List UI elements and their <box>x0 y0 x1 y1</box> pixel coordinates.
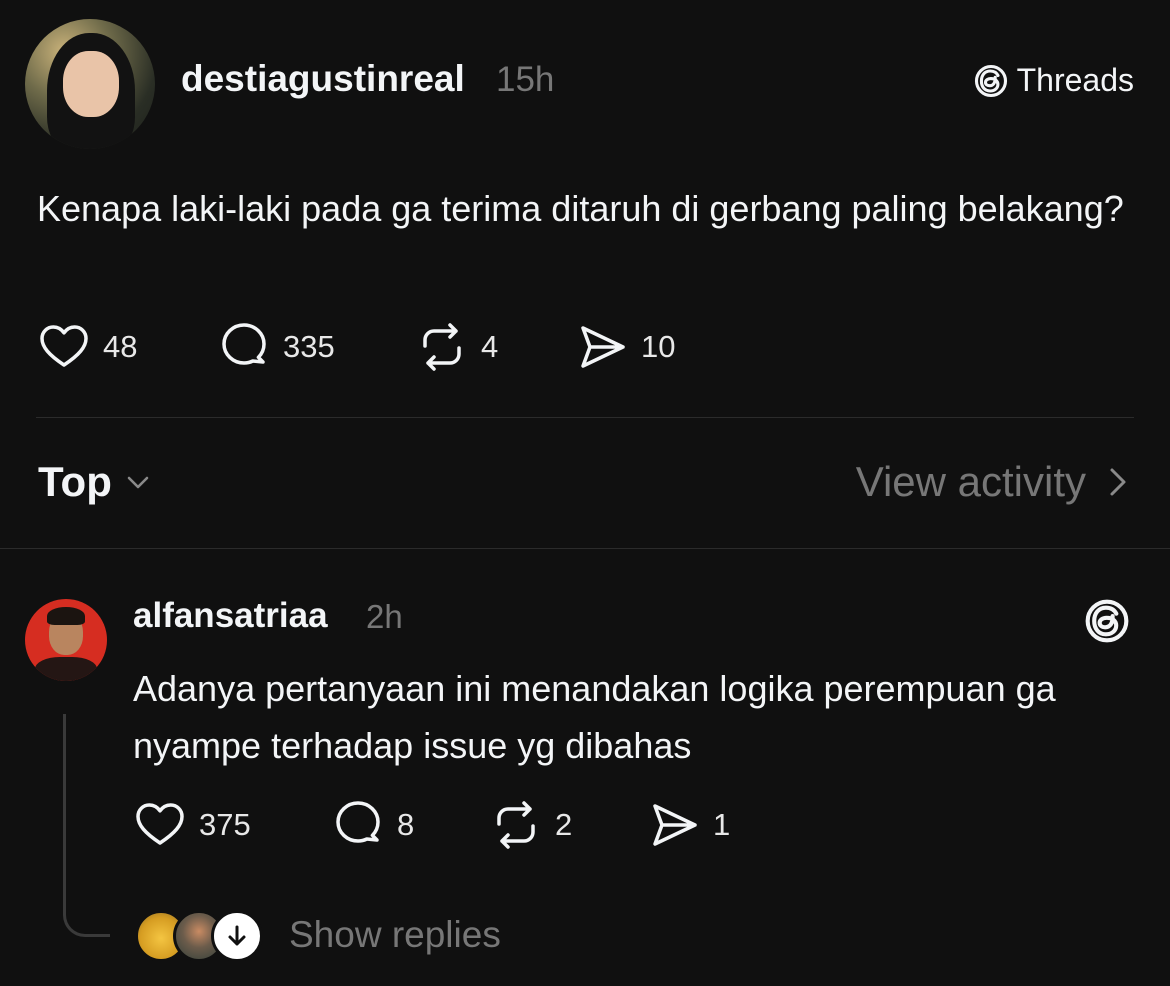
reply-repost-button[interactable]: 2 <box>489 798 647 852</box>
comment-icon <box>222 323 266 365</box>
reply-like-count: 375 <box>199 807 251 842</box>
threads-brand-label: Threads <box>1016 62 1134 98</box>
comment-icon <box>336 801 380 843</box>
chevron-right-icon <box>1110 468 1126 496</box>
heart-icon <box>40 325 88 367</box>
post-author-username[interactable]: destiagustinreal <box>181 58 465 100</box>
post-like-count: 48 <box>103 329 138 364</box>
reply-share-count: 1 <box>713 807 731 842</box>
post-repost-count: 4 <box>481 329 499 364</box>
threads-icon <box>974 64 1007 97</box>
reply-timestamp: 2h <box>366 598 403 635</box>
sort-dropdown[interactable]: Top <box>38 458 152 506</box>
reply-author-username[interactable]: alfansatriaa <box>133 596 328 636</box>
reply-threads-badge[interactable] <box>1083 597 1131 650</box>
send-icon <box>581 326 625 368</box>
post-reply-button[interactable]: 335 <box>217 320 415 374</box>
post-author-avatar[interactable] <box>25 19 155 149</box>
post-share-count: 10 <box>641 329 676 364</box>
reply-repost-count: 2 <box>555 807 573 842</box>
post-share-button[interactable]: 10 <box>575 320 705 374</box>
view-activity-label: View activity <box>855 458 1086 505</box>
replier-avatars[interactable] <box>135 910 263 962</box>
heart-icon <box>136 803 184 845</box>
post-like-button[interactable]: 48 <box>37 320 217 374</box>
arrow-down-icon <box>228 925 246 946</box>
reply-like-button[interactable]: 375 <box>133 798 331 852</box>
chevron-down-icon <box>127 476 149 489</box>
reply-reply-count: 8 <box>397 807 415 842</box>
threads-brand: Threads <box>973 62 1134 99</box>
reply-actions: 375 8 2 1 <box>133 798 757 852</box>
expand-replies-button[interactable] <box>211 910 263 962</box>
post-timestamp: 15h <box>496 60 555 99</box>
reply-reply-button[interactable]: 8 <box>331 798 489 852</box>
post-reply-count: 335 <box>283 329 335 364</box>
repost-icon <box>423 323 461 371</box>
section-divider <box>36 417 1134 418</box>
full-width-divider <box>0 548 1170 549</box>
post-repost-button[interactable]: 4 <box>415 320 575 374</box>
view-activity-link[interactable]: View activity <box>856 458 1130 506</box>
post-text: Kenapa laki-laki pada ga terima ditaruh … <box>37 188 1124 229</box>
sort-label: Top <box>38 458 112 505</box>
reply-author-avatar[interactable] <box>25 599 107 681</box>
post-actions: 48 335 4 10 <box>37 320 705 374</box>
show-replies-link[interactable]: Show replies <box>289 914 501 956</box>
reply-text: Adanya pertanyaan ini menandakan logika … <box>133 668 1056 766</box>
thread-connector-line <box>63 714 110 937</box>
send-icon <box>653 804 697 846</box>
reply-share-button[interactable]: 1 <box>647 798 757 852</box>
repost-icon <box>497 801 535 849</box>
threads-icon <box>1085 599 1129 643</box>
